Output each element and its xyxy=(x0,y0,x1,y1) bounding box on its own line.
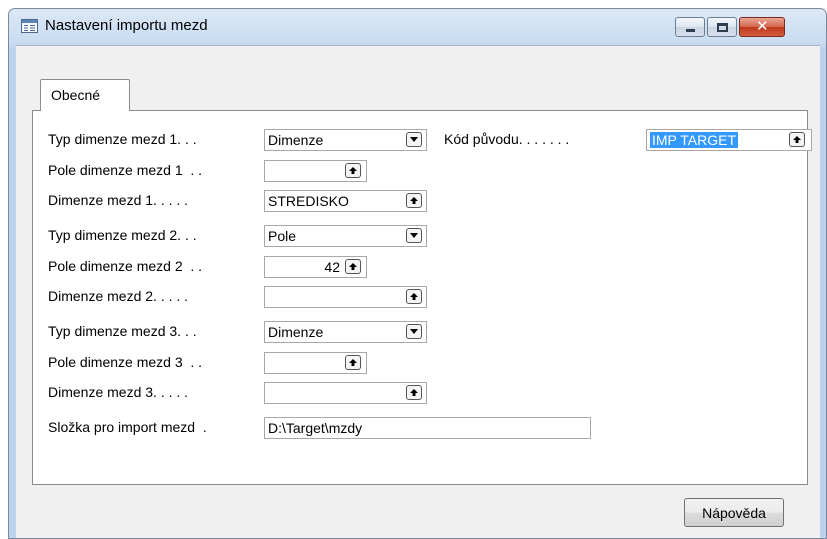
minimize-icon xyxy=(686,29,695,32)
close-button[interactable]: ✕ xyxy=(739,17,785,37)
minimize-button[interactable] xyxy=(675,17,705,37)
general-panel: Typ dimenze mezd 1. . . Dimenze Kód půvo… xyxy=(32,110,812,485)
lookup-arrow-icon[interactable] xyxy=(345,259,361,274)
field-label: Dimenze mezd 3. . . . . xyxy=(48,384,192,400)
field-label: Pole dimenze mezd 2 . . xyxy=(48,258,206,274)
import-folder-input[interactable]: D:\Target\mzdy xyxy=(264,417,591,439)
lookup-arrow-icon[interactable] xyxy=(406,193,422,208)
field-label: Typ dimenze mezd 3. . . xyxy=(48,323,201,339)
lookup-arrow-icon[interactable] xyxy=(345,163,361,178)
tab-general-label: Obecné xyxy=(51,87,101,103)
source-code-field[interactable]: IMP TARGET xyxy=(646,129,812,151)
dimension-2-input[interactable] xyxy=(264,286,427,308)
field-label: Typ dimenze mezd 1. . . xyxy=(48,131,201,147)
field-value: Pole xyxy=(268,228,297,244)
field-value: STREDISKO xyxy=(268,193,349,209)
field-value: 42 xyxy=(324,259,340,275)
dropdown-arrow-icon[interactable] xyxy=(406,228,422,243)
lookup-arrow-icon[interactable] xyxy=(789,132,805,147)
window-title: Nastavení importu mezd xyxy=(45,17,208,34)
dropdown-arrow-icon[interactable] xyxy=(406,132,422,147)
dialog-window: Nastavení importu mezd ✕ Obecné Typ dime… xyxy=(8,8,827,539)
field-label: Dimenze mezd 2. . . . . xyxy=(48,288,192,304)
dimension-1-input[interactable]: STREDISKO xyxy=(264,190,427,212)
help-button[interactable]: Nápověda xyxy=(684,498,784,527)
form-icon xyxy=(21,19,38,33)
field-value: Dimenze xyxy=(268,132,324,148)
dimension-field-3-input[interactable] xyxy=(264,352,367,374)
field-value: D:\Target\mzdy xyxy=(268,420,363,436)
title-bar[interactable]: Nastavení importu mezd ✕ xyxy=(9,9,826,45)
maximize-icon xyxy=(717,23,728,32)
source-code-label: Kód původu. . . . . . . xyxy=(444,131,574,147)
dimension-type-1-dropdown[interactable]: Dimenze xyxy=(264,129,427,151)
dimension-type-2-dropdown[interactable]: Pole xyxy=(264,225,427,247)
field-label: Pole dimenze mezd 1 . . xyxy=(48,162,206,178)
field-value: Dimenze xyxy=(268,324,324,340)
field-label: Typ dimenze mezd 2. . . xyxy=(48,227,201,243)
close-icon: ✕ xyxy=(756,18,769,35)
lookup-arrow-icon[interactable] xyxy=(406,385,422,400)
lookup-arrow-icon[interactable] xyxy=(345,355,361,370)
tab-general[interactable]: Obecné xyxy=(40,79,130,111)
dimension-field-1-input[interactable] xyxy=(264,160,367,182)
field-label: Pole dimenze mezd 3 . . xyxy=(48,354,206,370)
dropdown-arrow-icon[interactable] xyxy=(406,324,422,339)
field-label: Dimenze mezd 1. . . . . xyxy=(48,192,192,208)
field-label: Složka pro import mezd . xyxy=(48,419,211,435)
source-code-value: IMP TARGET xyxy=(650,132,739,148)
dimension-type-3-dropdown[interactable]: Dimenze xyxy=(264,321,427,343)
maximize-button[interactable] xyxy=(707,17,737,37)
dialog-client-area: Obecné Typ dimenze mezd 1. . . Dimenze K… xyxy=(16,45,820,538)
dimension-3-input[interactable] xyxy=(264,382,427,404)
dimension-field-2-input[interactable]: 42 xyxy=(264,256,367,278)
lookup-arrow-icon[interactable] xyxy=(406,289,422,304)
